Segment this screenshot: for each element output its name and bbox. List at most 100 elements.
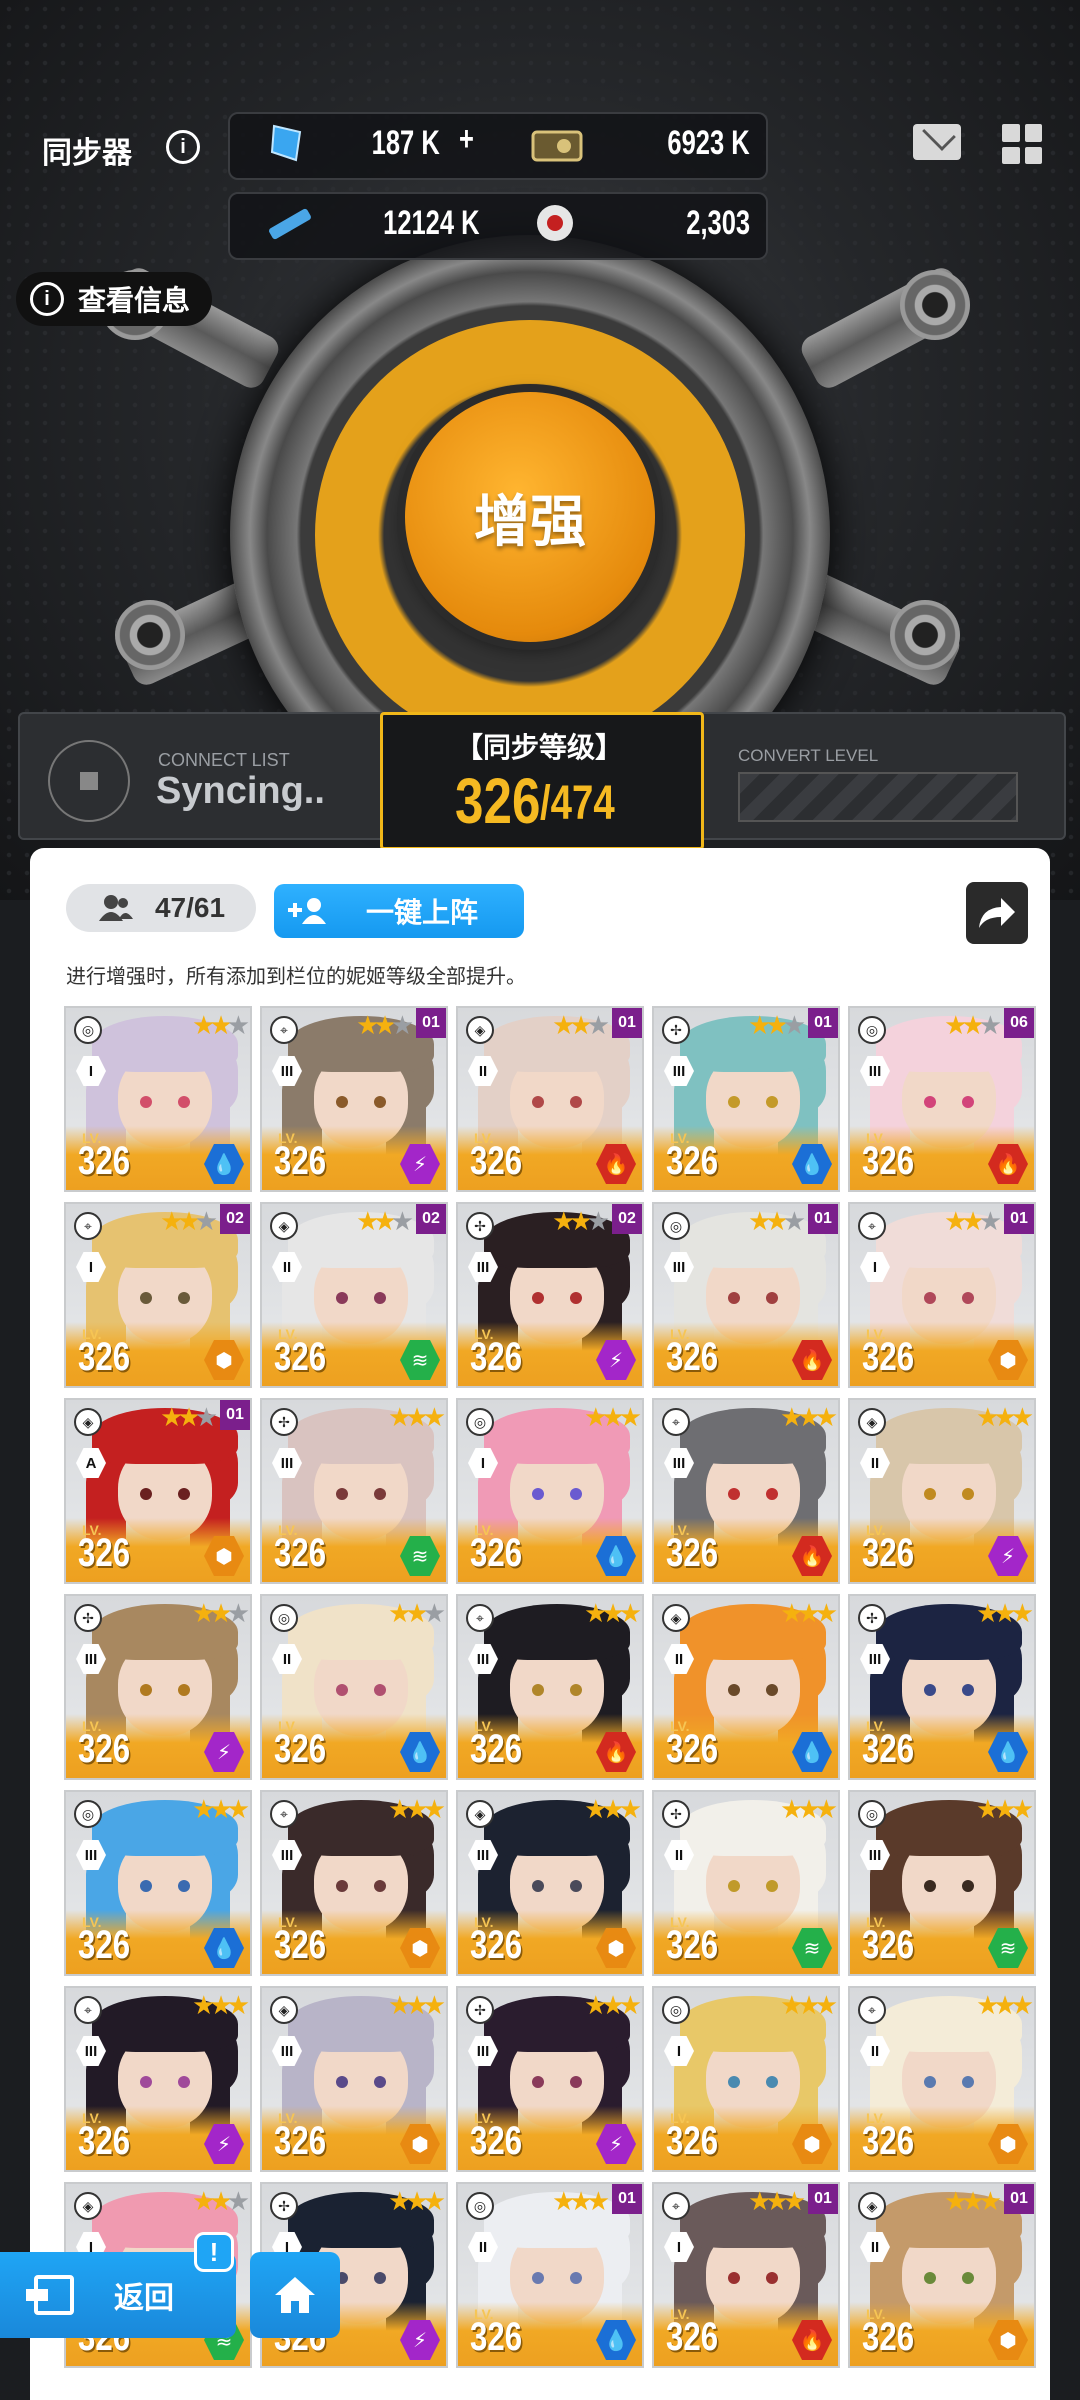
nikke-card[interactable]: ◈ III ★★★ LV. 326 ⬢ [456, 1790, 644, 1976]
nikke-card[interactable]: ◎ I ★★★ LV. 326 💧 [64, 1006, 252, 1192]
weapon-class-icon: ✢ [270, 2192, 298, 2220]
nikke-level: 326 [274, 1531, 327, 1575]
enhance-label: 增强 [474, 489, 586, 553]
nikke-card[interactable]: ◎ I ★★★ LV. 326 💧 [456, 1398, 644, 1584]
weapon-class-icon: ⌖ [858, 1212, 886, 1240]
weapon-class-icon: ⌖ [858, 1996, 886, 2024]
enhance-hint: 进行增强时，所有添加到栏位的妮姬等级全部提升。 [66, 966, 526, 988]
weapon-class-icon: ✢ [662, 1800, 690, 1828]
gems-plus-button[interactable]: + [459, 120, 474, 159]
sync-level-current: 326 [455, 765, 541, 837]
pipe-end-right-top [900, 270, 970, 340]
share-arrow-icon [979, 898, 1015, 928]
nikke-level: 326 [862, 2119, 915, 2163]
nikke-card[interactable]: ◎ II ★★★ LV. 326 💧 [260, 1594, 448, 1780]
nikke-card[interactable]: ⌖ III ★★★ LV. 326 ⚡ [64, 1986, 252, 2172]
core-level-badge: 01 [1004, 2184, 1034, 2214]
info-icon[interactable]: i [166, 130, 200, 164]
nikke-level: 326 [666, 1139, 719, 1183]
pipe-end-right-bottom [890, 600, 960, 670]
nikke-card[interactable]: ◈ A ★★★ 01 LV. 326 ⬢ [64, 1398, 252, 1584]
weapon-class-icon: ⌖ [662, 1408, 690, 1436]
limit-break-stars: ★★★ [388, 1402, 446, 1432]
info-glyph: i [44, 287, 50, 310]
core-level-badge: 01 [220, 1400, 250, 1430]
limit-break-stars: ★★★ [780, 1598, 838, 1628]
enhance-button[interactable]: 增强 [405, 392, 655, 642]
menu-grid-icon[interactable] [1002, 124, 1042, 164]
weapon-class-icon: ◈ [858, 2192, 886, 2220]
nikke-card[interactable]: ⌖ II ★★★ LV. 326 ⬢ [848, 1986, 1036, 2172]
nikke-level: 326 [862, 1923, 915, 1967]
home-icon [275, 2277, 315, 2313]
nikke-level: 326 [274, 1335, 327, 1379]
nikke-card[interactable]: ⌖ I ★★★ 01 LV. 326 ⬢ [848, 1202, 1036, 1388]
nikke-card[interactable]: ◎ III ★★★ LV. 326 💧 [64, 1790, 252, 1976]
nikke-level: 326 [666, 1727, 719, 1771]
auto-deploy-button[interactable]: 一键上阵 [274, 884, 524, 938]
limit-break-stars: ★★★ [584, 1990, 642, 2020]
slot-count-badge: 47/61 [66, 884, 256, 932]
nikke-level: 326 [666, 2315, 719, 2359]
nikke-card[interactable]: ⌖ III ★★★ 01 LV. 326 ⚡ [260, 1006, 448, 1192]
gem-icon [270, 124, 302, 162]
nikke-card[interactable]: ⌖ I ★★★ 02 LV. 326 ⬢ [64, 1202, 252, 1388]
nikke-card[interactable]: ◈ II ★★★ LV. 326 ⚡ [848, 1398, 1036, 1584]
nikke-card[interactable]: ⌖ III ★★★ LV. 326 🔥 [456, 1594, 644, 1780]
nikke-level: 326 [470, 1139, 523, 1183]
limit-break-stars: ★★★ [584, 1794, 642, 1824]
nikke-level: 326 [78, 1335, 131, 1379]
limit-break-stars: ★★★ [388, 1598, 446, 1628]
view-info-button[interactable]: i 查看信息 [16, 272, 213, 326]
slot-count: 47/61 [154, 892, 226, 923]
convert-level-label: CONVERT LEVEL [738, 746, 879, 765]
limit-break-stars: ★★★ [192, 1010, 250, 1040]
nikke-card[interactable]: ◎ I ★★★ LV. 326 ⬢ [652, 1986, 840, 2172]
nikke-card[interactable]: ◎ II ★★★ 01 LV. 326 💧 [456, 2182, 644, 2368]
pipe-end-left-bottom [115, 600, 185, 670]
limit-break-stars: ★★★ [160, 1206, 218, 1236]
weapon-class-icon: ✢ [466, 1212, 494, 1240]
weapon-class-icon: ⌖ [270, 1016, 298, 1044]
mail-icon[interactable] [913, 124, 961, 160]
limit-break-stars: ★★★ [388, 1990, 446, 2020]
nikke-card[interactable]: ◎ III ★★★ 06 LV. 326 🔥 [848, 1006, 1036, 1192]
limit-break-stars: ★★★ [192, 1794, 250, 1824]
nikke-card[interactable]: ◈ II ★★★ LV. 326 💧 [652, 1594, 840, 1780]
limit-break-stars: ★★★ [584, 1598, 642, 1628]
nikke-card[interactable]: ✢ III ★★★ LV. 326 ⚡ [456, 1986, 644, 2172]
core-level-badge: 01 [808, 2184, 838, 2214]
core-level-badge: 02 [612, 1204, 642, 1234]
nikke-card[interactable]: ✢ III ★★★ LV. 326 ≋ [260, 1398, 448, 1584]
limit-break-stars: ★★★ [748, 1010, 806, 1040]
page-title: 同步器 [42, 137, 132, 170]
nikke-card[interactable]: ◈ II ★★★ 02 LV. 326 ≋ [260, 1202, 448, 1388]
nikke-card[interactable]: ✢ III ★★★ 01 LV. 326 💧 [652, 1006, 840, 1192]
nikke-card[interactable]: ✢ III ★★★ 02 LV. 326 ⚡ [456, 1202, 644, 1388]
limit-break-stars: ★★★ [192, 1598, 250, 1628]
nikke-card[interactable]: ✢ III ★★★ LV. 326 💧 [848, 1594, 1036, 1780]
limit-break-stars: ★★★ [780, 1794, 838, 1824]
nikke-level: 326 [666, 1335, 719, 1379]
nikke-card[interactable]: ◈ II ★★★ 01 LV. 326 ⬢ [848, 2182, 1036, 2368]
nikke-card[interactable]: ◈ III ★★★ LV. 326 ⬢ [260, 1986, 448, 2172]
core-level-badge: 01 [808, 1204, 838, 1234]
home-button[interactable] [250, 2252, 340, 2338]
back-label: 返回 [114, 2282, 174, 2315]
nikke-card[interactable]: ⌖ III ★★★ LV. 326 🔥 [652, 1398, 840, 1584]
nikke-card[interactable]: ◈ II ★★★ 01 LV. 326 🔥 [456, 1006, 644, 1192]
nikke-card[interactable]: ◎ III ★★★ LV. 326 ≋ [848, 1790, 1036, 1976]
limit-break-stars: ★★★ [552, 1010, 610, 1040]
weapon-class-icon: ◈ [270, 1212, 298, 1240]
limit-break-stars: ★★★ [192, 1990, 250, 2020]
nikke-card[interactable]: ⌖ I ★★★ 01 LV. 326 🔥 [652, 2182, 840, 2368]
weapon-class-icon: ⌖ [662, 2192, 690, 2220]
nikke-level: 326 [470, 1727, 523, 1771]
nikke-card[interactable]: ✢ II ★★★ LV. 326 ≋ [652, 1790, 840, 1976]
nikke-card[interactable]: ⌖ III ★★★ LV. 326 ⬢ [260, 1790, 448, 1976]
nikke-card[interactable]: ✢ III ★★★ LV. 326 ⚡ [64, 1594, 252, 1780]
share-button[interactable] [966, 882, 1028, 944]
limit-break-stars: ★★★ [388, 2186, 446, 2216]
limit-break-stars: ★★★ [748, 2186, 806, 2216]
nikke-card[interactable]: ◎ III ★★★ 01 LV. 326 🔥 [652, 1202, 840, 1388]
